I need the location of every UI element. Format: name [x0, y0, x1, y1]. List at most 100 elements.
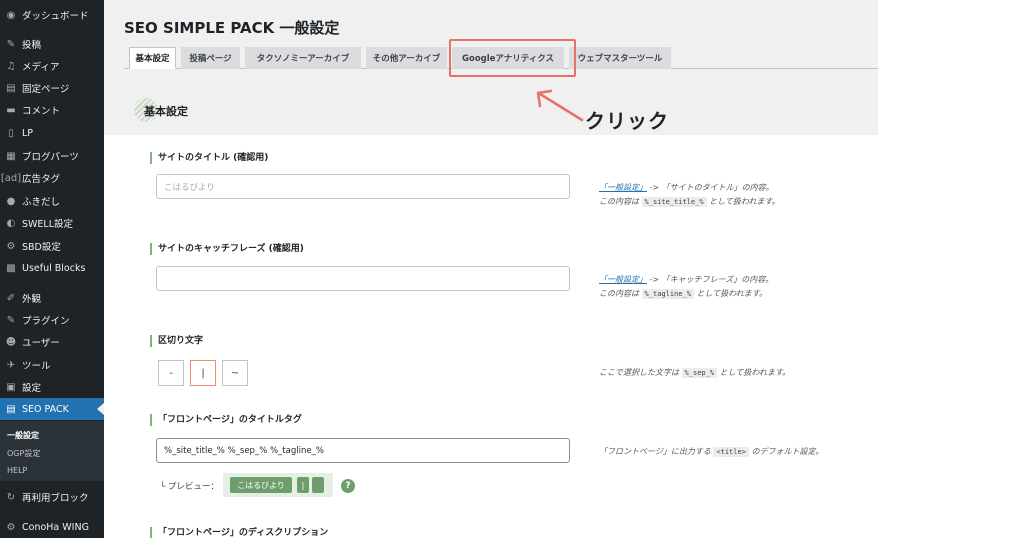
sidebar-item-2[interactable]: ♫ メディア — [0, 55, 104, 77]
sidebar-item-label: ブログパーツ — [22, 152, 79, 163]
sidebar-item-label: SWELL設定 — [22, 219, 74, 230]
tagline-help: 「一般設定」 -> 「キャッチフレーズ」の内容。 この内容は %_tagline… — [599, 275, 774, 299]
wrench-icon: ✈ — [6, 359, 16, 371]
site-title-help: 「一般設定」 -> 「サイトのタイトル」の内容。 この内容は %_site_ti… — [599, 183, 780, 207]
preview-chip-tagline — [312, 477, 324, 493]
seo-pack-icon: ▤ — [6, 403, 16, 415]
separator-label: 区切り文字 — [150, 335, 203, 347]
sep-code: %_sep_% — [681, 368, 718, 378]
sidebar-item-7[interactable]: [ad] 広告タグ — [0, 167, 104, 189]
sidebar-item-label: 設定 — [22, 383, 42, 394]
sidebar-item-label: 投稿 — [22, 40, 42, 51]
sidebar-item-14[interactable]: ☻ ユーザー — [0, 331, 104, 353]
sidebar-item-label: コメント — [22, 106, 61, 117]
sidebar-item-6[interactable]: ▦ ブログパーツ — [0, 145, 104, 167]
help-icon[interactable]: ? — [341, 479, 355, 493]
sidebar-item-label: ユーザー — [22, 338, 60, 349]
sidebar-item-label: 広告タグ — [22, 174, 61, 185]
separator-help: ここで選択した文字は %_sep_% として扱われます。 — [599, 368, 791, 378]
site-title-input[interactable]: こはるびより — [156, 174, 570, 199]
title-tag-code: <title> — [713, 447, 749, 457]
preview-chip-separator: | — [297, 477, 309, 493]
front-description-label: 「フロントページ」のディスクリプション — [150, 527, 328, 538]
tagline-input[interactable] — [156, 266, 570, 291]
sidebar-item-label: 再利用ブロック — [22, 493, 89, 504]
blog-parts-icon: ▦ — [6, 150, 16, 162]
sidebar-item-label: ふきだし — [22, 197, 61, 208]
sidebar-item-11[interactable]: ▩ Useful Blocks — [0, 257, 104, 279]
sidebar-item-label: SEO PACK — [22, 403, 69, 415]
page-title: SEO SIMPLE PACK 一般設定 — [124, 19, 340, 37]
general-settings-link[interactable]: 「一般設定」 — [599, 183, 647, 192]
sidebar-item-1[interactable]: ✎ 投稿 — [0, 33, 104, 55]
sidebar-item-label: ダッシュボード — [22, 11, 89, 22]
sidebar-item-label: 外観 — [22, 294, 42, 305]
site-title-code: %_site_title_% — [641, 197, 707, 207]
conoha-icon: ⚙ — [6, 521, 16, 533]
dashboard-icon: ◉ — [6, 9, 16, 21]
sidebar-item-label: プラグイン — [22, 316, 70, 327]
sidebar-item-3[interactable]: ▤ 固定ページ — [0, 77, 104, 99]
tab-basic[interactable]: 基本設定 — [129, 47, 176, 69]
reuse-block-icon: ↻ — [6, 491, 16, 503]
preview-chip-site-title: こはるびより — [230, 477, 292, 493]
tagline-code: %_tagline_% — [641, 289, 694, 299]
sidebar-item-5[interactable]: ▯ LP — [0, 122, 104, 144]
sidebar-item-label: ツール — [22, 361, 51, 372]
submenu-item-help[interactable]: HELP — [7, 466, 27, 475]
sidebar-item-label: SBD設定 — [22, 242, 61, 253]
sidebar-item-9[interactable]: ◐ SWELL設定 — [0, 212, 104, 234]
pointer-arrow-icon — [536, 89, 584, 122]
blocks-icon: ▩ — [6, 262, 16, 274]
pin-icon: ✎ — [6, 38, 16, 50]
front-title-help: 「フロントページ」に出力する <title> のデフォルト設定。 — [599, 447, 824, 457]
front-title-label: 「フロントページ」のタイトルタグ — [150, 414, 302, 426]
sidebar-item-17[interactable]: ▤ SEO PACK — [0, 398, 104, 420]
submenu-item-general[interactable]: 一般設定 — [7, 430, 39, 441]
front-title-input[interactable]: %_site_title_% %_sep_% %_tagline_% — [156, 438, 570, 463]
lp-icon: ▯ — [8, 127, 14, 139]
click-annotation-label: クリック — [585, 109, 669, 133]
page-icon: ▤ — [6, 82, 16, 94]
ad-tag-icon: [ad] — [0, 172, 22, 184]
preview-label: └ プレビュー： — [160, 482, 219, 492]
media-icon: ♫ — [6, 60, 16, 72]
sidebar-item-15[interactable]: ✈ ツール — [0, 354, 104, 376]
sidebar-item-0[interactable]: ◉ ダッシュボード — [0, 4, 104, 26]
seo-pack-submenu: 一般設定 OGP設定 HELP — [0, 421, 104, 481]
sidebar-item-12[interactable]: ✐ 外観 — [0, 287, 104, 309]
gear-icon: ⚙ — [6, 240, 16, 252]
sidebar-item-4[interactable]: ▬ コメント — [0, 99, 104, 121]
sidebar-item-label: メディア — [22, 62, 60, 73]
tab-posts[interactable]: 投稿ページ — [181, 47, 240, 69]
settings-icon: ▣ — [6, 381, 16, 393]
tagline-label: サイトのキャッチフレーズ (確認用) — [150, 243, 304, 255]
sidebar-item-10[interactable]: ⚙ SBD設定 — [0, 235, 104, 257]
tab-taxonomy-archive[interactable]: タクソノミーアーカイブ — [245, 47, 361, 69]
sidebar-item-label: ConoHa WING — [22, 521, 89, 533]
sidebar-item-label: Useful Blocks — [22, 262, 86, 274]
sidebar-item-13[interactable]: ✎ プラグイン — [0, 309, 104, 331]
highlight-box — [449, 39, 576, 77]
general-settings-link-2[interactable]: 「一般設定」 — [599, 275, 647, 284]
user-icon: ☻ — [5, 336, 17, 348]
separator-option-hyphen[interactable]: - — [158, 360, 184, 386]
sidebar-item-8[interactable]: ● ふきだし — [0, 190, 104, 212]
sidebar-item-19[interactable]: ⚙ ConoHa WING — [0, 516, 104, 538]
sidebar-item-label: 固定ページ — [22, 84, 70, 95]
comment-icon: ▬ — [6, 104, 16, 116]
tab-webmaster-tools[interactable]: ウェブマスターツール — [569, 47, 671, 69]
swell-icon: ◐ — [6, 217, 16, 229]
separator-option-tilde[interactable]: ~ — [222, 360, 248, 386]
sidebar-item-16[interactable]: ▣ 設定 — [0, 376, 104, 398]
sidebar-item-18[interactable]: ↻ 再利用ブロック — [0, 486, 104, 508]
separator-option-pipe[interactable]: | — [190, 360, 216, 386]
section-heading: 基本設定 — [144, 105, 188, 118]
appearance-icon: ✐ — [6, 292, 16, 304]
tab-other-archive[interactable]: その他アーカイブ — [366, 47, 447, 69]
site-title-label: サイトのタイトル (確認用) — [150, 152, 268, 164]
speech-bubble-icon: ● — [6, 195, 16, 207]
submenu-item-ogp[interactable]: OGP設定 — [7, 448, 40, 459]
plugin-icon: ✎ — [6, 314, 16, 326]
sidebar-item-label: LP — [22, 127, 34, 139]
